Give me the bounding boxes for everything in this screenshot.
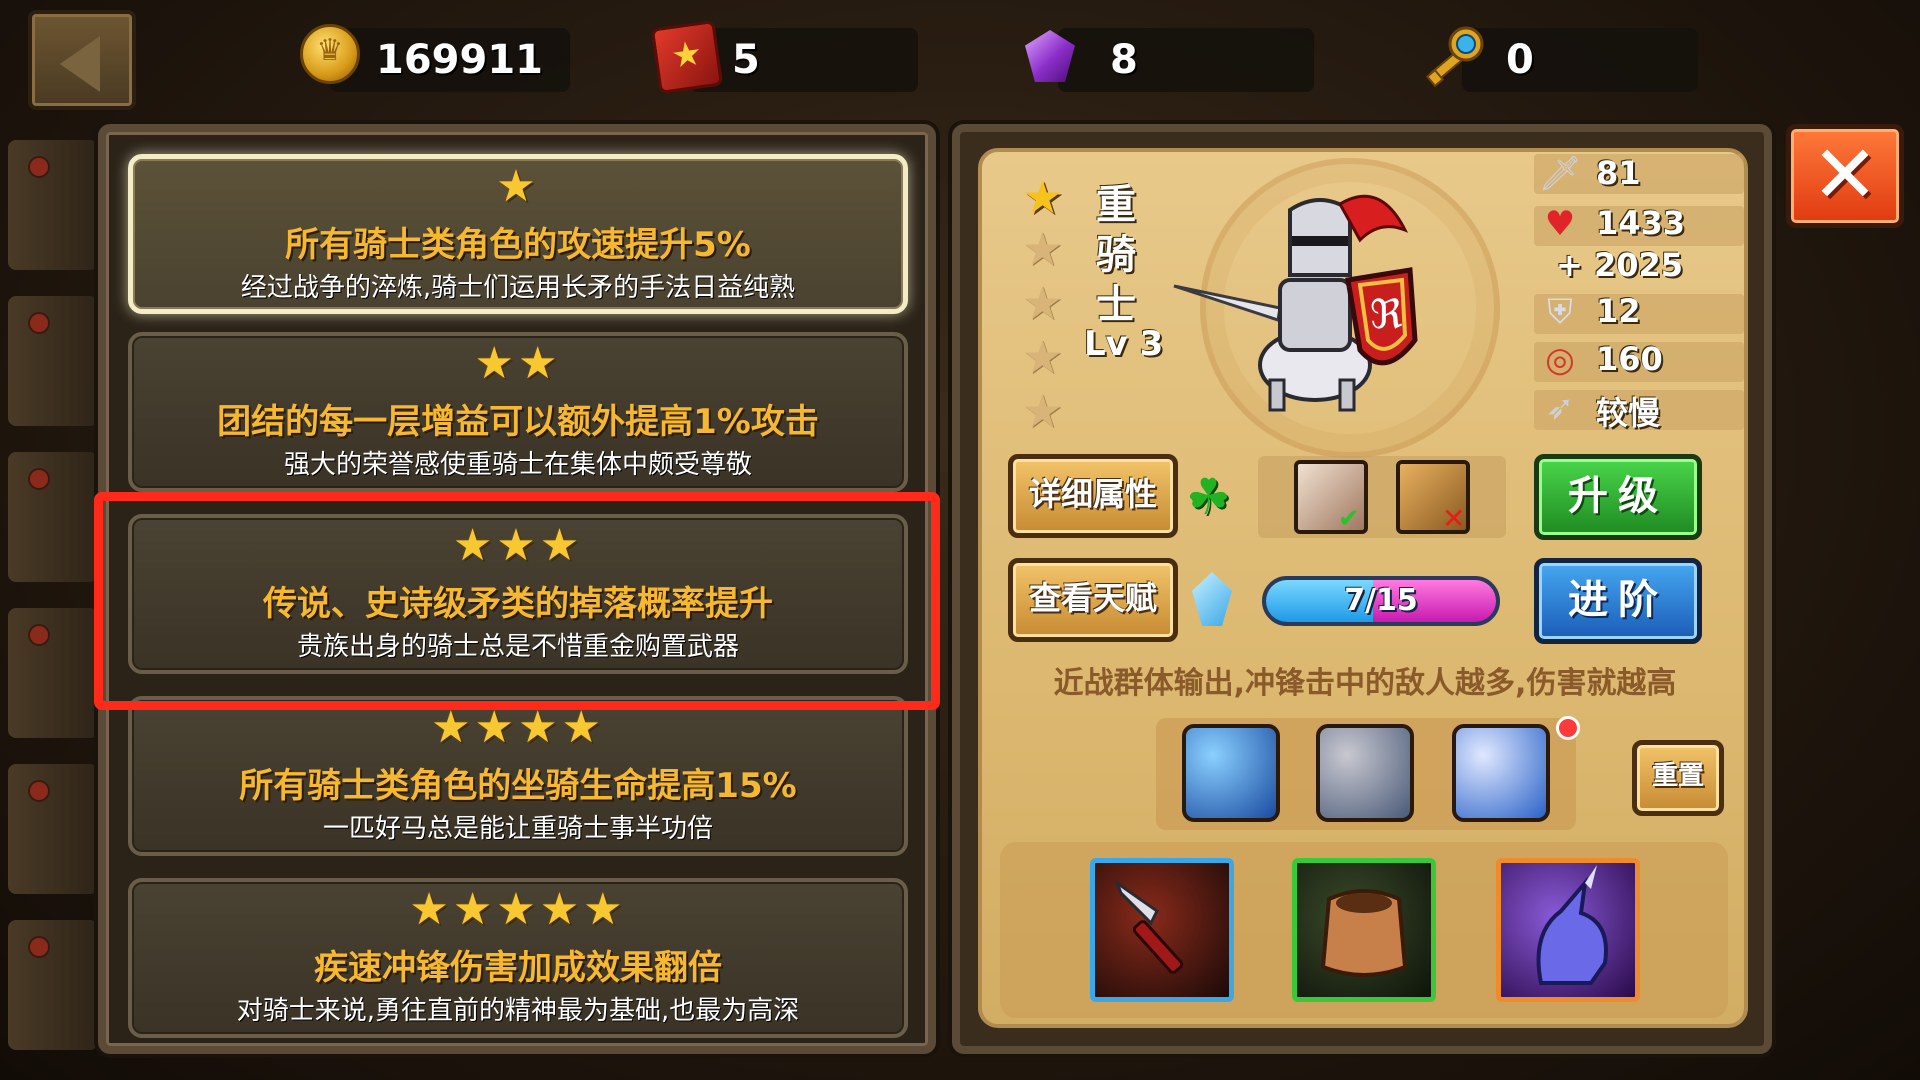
talent-title: 团结的每一层增益可以额外提高1%攻击 (217, 402, 819, 442)
talent-stars: ★ (496, 161, 540, 212)
hero-description: 近战群体输出,冲锋击中的敌人越多,伤害就越高 (1053, 666, 1677, 701)
spear-icon (1113, 878, 1184, 974)
rank-star-icon-2: ★ (1022, 222, 1064, 276)
tab-notification-dot (28, 156, 50, 178)
red-tome-icon (650, 19, 724, 95)
stat-hp: 1433 (1596, 204, 1686, 242)
armor-icon: ⛨ (1547, 292, 1573, 332)
key-value: 0 (1506, 37, 1534, 83)
talent-description: 对骑士来说,勇往直前的精神最为基础,也最为高深 (236, 996, 800, 1026)
side-tab-1[interactable] (8, 140, 98, 270)
heart-icon: ♥ (1544, 204, 1576, 244)
gem-counter (1058, 28, 1314, 92)
side-tab-5[interactable] (8, 764, 98, 894)
gold-coin-icon (300, 24, 360, 84)
reset-button[interactable]: 重置 (1632, 740, 1724, 816)
rank-star-icon-4: ★ (1022, 330, 1064, 384)
gold-value: 169911 (376, 37, 543, 83)
book-item-slot[interactable]: ✔ (1294, 460, 1368, 534)
armor-equipment-slot[interactable] (1292, 858, 1436, 1002)
mane-item-slot[interactable]: ✕ (1396, 460, 1470, 535)
hero-name-char-3: 士 (1096, 282, 1136, 328)
chestplate-icon (1320, 889, 1408, 977)
talent-stars: ★★ (474, 338, 562, 389)
rank-star-icon-5: ★ (1022, 384, 1064, 438)
talent-stars: ★★★★★ (409, 884, 627, 935)
side-tab-6[interactable] (8, 920, 98, 1050)
unicorn-icon (1536, 865, 1608, 985)
talent-description: 强大的荣誉感使重骑士在集体中颇受尊敬 (283, 450, 752, 480)
tab-notification-dot (28, 468, 50, 490)
side-tab-4[interactable] (8, 608, 98, 738)
notification-dot (1556, 716, 1580, 740)
close-button[interactable]: ✕ (1786, 124, 1904, 228)
spear-equipment-slot[interactable] (1090, 858, 1234, 1002)
view-talents-button[interactable]: 查看天赋 (1008, 558, 1178, 642)
tome-value: 5 (732, 37, 760, 83)
talent-card-2[interactable]: ★★ 团结的每一层增益可以额外提高1%攻击 强大的荣誉感使重骑士在集体中颇受尊敬 (128, 332, 908, 492)
side-tab-3[interactable] (8, 452, 98, 582)
check-icon: ✔ (1338, 504, 1360, 534)
advance-progress-bar: 7/15 (1262, 576, 1500, 626)
tab-notification-dot (28, 312, 50, 334)
tab-notification-dot (28, 780, 50, 802)
back-arrow-icon (60, 36, 100, 92)
talent-card-5[interactable]: ★★★★★ 疾速冲锋伤害加成效果翻倍 对骑士来说,勇往直前的精神最为基础,也最为… (128, 878, 908, 1038)
advance-button[interactable]: 进阶 (1534, 558, 1702, 644)
stat-attack: 81 (1596, 154, 1641, 192)
rank-star-icon-3: ★ (1022, 276, 1064, 330)
boot-speed-icon: ➶ (1545, 388, 1575, 428)
stat-speed: 较慢 (1596, 394, 1661, 432)
mount-equipment-slot[interactable] (1496, 858, 1640, 1002)
highlight-box (94, 492, 940, 710)
gem-value: 8 (1110, 37, 1138, 83)
key-counter (1462, 28, 1698, 92)
svg-text:ℜ: ℜ (1370, 292, 1403, 338)
tome-counter (690, 28, 918, 92)
talent-description: 一匹好马总是能让重骑士事半功倍 (322, 814, 713, 844)
hero-level: Lv 3 (1084, 324, 1164, 364)
stat-armor: 12 (1596, 292, 1641, 330)
progress-text: 7/15 (1344, 583, 1418, 618)
talent-title: 所有骑士类角色的攻速提升5% (285, 225, 751, 265)
back-button[interactable] (28, 10, 136, 110)
rank-star-icon-1: ★ (1022, 170, 1064, 224)
clover-icon: ☘ (1186, 468, 1231, 526)
upgrade-button[interactable]: 升级 (1534, 454, 1702, 540)
target-icon: ◎ (1545, 340, 1575, 380)
side-tab-2[interactable] (8, 296, 98, 426)
skill-armored-horse-icon[interactable] (1316, 724, 1414, 822)
talent-description: 经过战争的淬炼,骑士们运用长矛的手法日益纯熟 (240, 273, 796, 303)
details-button[interactable]: 详细属性 (1008, 454, 1178, 538)
tab-notification-dot (28, 936, 50, 958)
stat-range: 160 (1596, 340, 1663, 378)
talent-title: 疾速冲锋伤害加成效果翻倍 (314, 948, 722, 988)
tab-notification-dot (28, 624, 50, 646)
stat-hp-bonus: + 2025 (1556, 246, 1684, 284)
talent-card-1[interactable]: ★ 所有骑士类角色的攻速提升5% 经过战争的淬炼,骑士们运用长矛的手法日益纯熟 (128, 154, 908, 314)
skill-charge-icon[interactable] (1182, 724, 1280, 822)
heavy-knight-portrait: ℜ (1173, 194, 1418, 412)
sword-icon: 🗡 (1538, 154, 1582, 194)
talent-card-4[interactable]: ★★★★ 所有骑士类角色的坐骑生命提高15% 一匹好马总是能让重骑士事半功倍 (128, 696, 908, 856)
talent-title: 所有骑士类角色的坐骑生命提高15% (239, 766, 797, 806)
blue-key-icon (1425, 26, 1484, 88)
skill-war-horse-icon[interactable] (1452, 724, 1550, 822)
missing-x-icon: ✕ (1442, 502, 1466, 535)
